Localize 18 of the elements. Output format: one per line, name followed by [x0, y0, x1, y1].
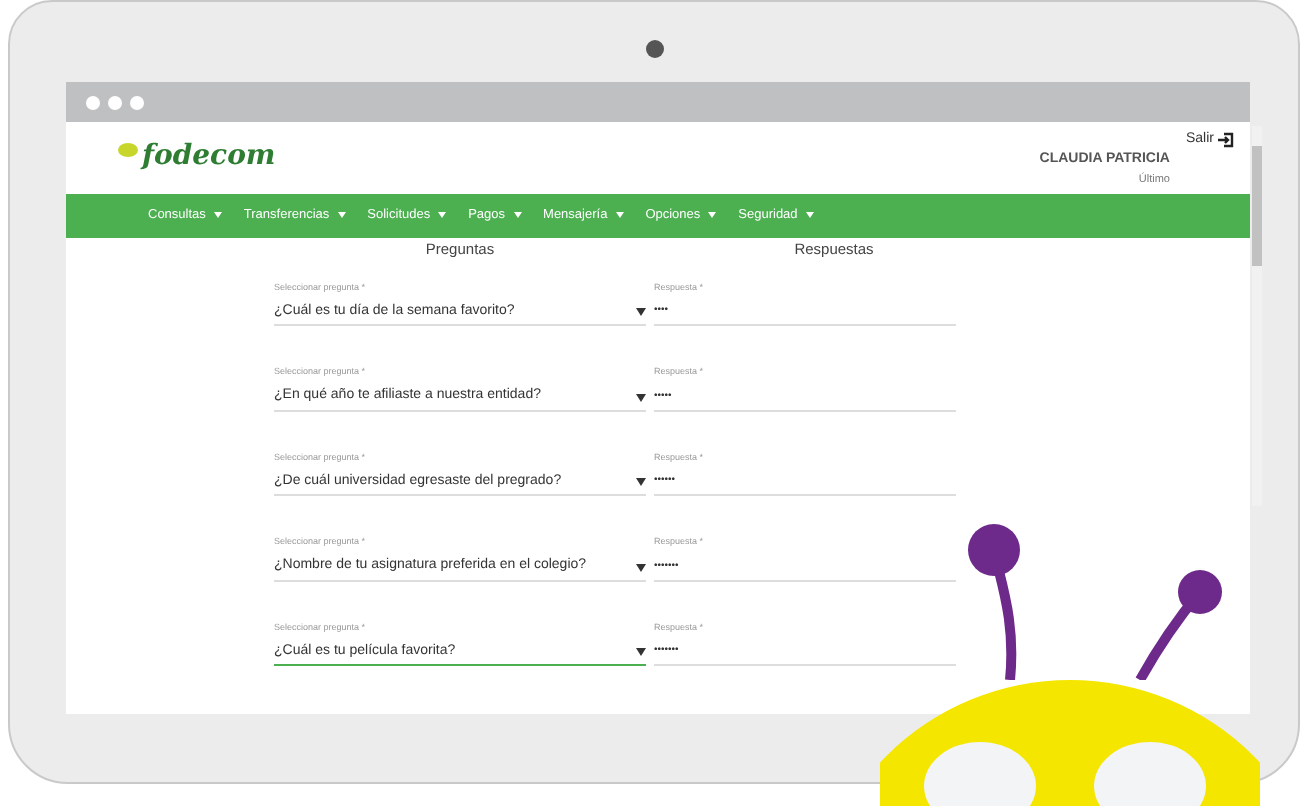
window-dot-icon	[86, 95, 100, 109]
window-dot-icon	[130, 95, 144, 109]
caret-icon	[337, 211, 346, 218]
caret-icon	[708, 211, 717, 218]
window-dot-icon	[108, 95, 122, 109]
caret-icon	[636, 478, 646, 486]
logout-icon	[1218, 132, 1234, 148]
caret-icon	[615, 211, 624, 218]
caret-icon	[438, 211, 447, 218]
camera-icon	[646, 40, 664, 58]
caret-icon	[213, 211, 222, 218]
caret-icon	[636, 563, 646, 571]
caret-icon	[805, 211, 814, 218]
caret-icon	[636, 648, 646, 656]
leaf-icon	[118, 142, 138, 158]
caret-icon	[513, 211, 522, 218]
caret-icon	[636, 308, 646, 316]
caret-icon	[636, 393, 646, 401]
